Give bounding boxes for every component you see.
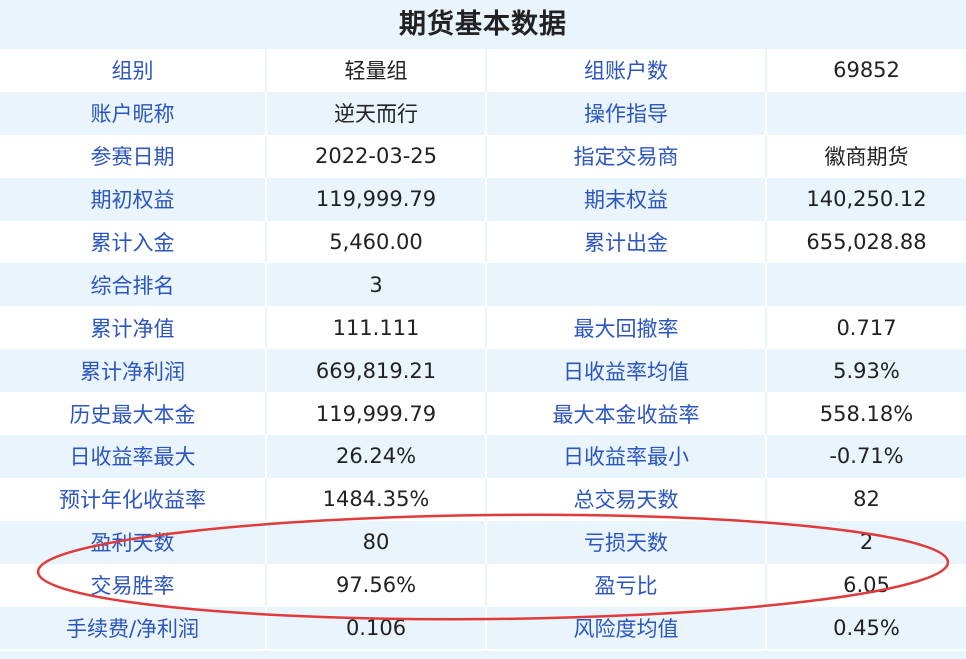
table-row: 交易胜率 97.56% 盈亏比 6.05 (0, 563, 966, 607)
row-value: 69852 (767, 49, 966, 92)
row-value: 140,250.12 (767, 177, 966, 221)
row-value: 2 (767, 520, 966, 564)
row-value: 6.05 (767, 563, 966, 607)
bottom-strip (0, 651, 966, 659)
row-value: 80 (267, 520, 487, 564)
row-value: 2022-03-25 (267, 134, 487, 178)
row-label: 操作指导 (487, 91, 767, 135)
row-value: 0.106 (267, 606, 487, 650)
row-value: 111.111 (267, 306, 487, 350)
row-label: 综合排名 (0, 263, 267, 307)
table-row: 日收益率最大 26.24% 日收益率最小 -0.71% (0, 435, 966, 478)
row-label: 累计出金 (487, 220, 767, 264)
row-value: 119,999.79 (267, 177, 487, 221)
row-value: 0.717 (767, 306, 966, 350)
row-label: 组账户数 (487, 49, 767, 92)
row-label: 指定交易商 (487, 134, 767, 178)
row-label: 累计净值 (0, 306, 267, 350)
row-label: 交易胜率 (0, 563, 267, 607)
row-label: 参赛日期 (0, 134, 267, 178)
row-label: 最大本金收益率 (487, 392, 767, 436)
row-value: 97.56% (267, 563, 487, 607)
table-row: 盈利天数 80 亏损天数 2 (0, 520, 966, 564)
row-value: 119,999.79 (267, 392, 487, 436)
data-table-body: 组别 轻量组 组账户数 69852 账户昵称 逆天而行 操作指导 参赛日期 2022-03-25… (0, 49, 966, 650)
table-row: 综合排名 3 (0, 263, 966, 307)
row-value: 3 (267, 263, 487, 307)
row-label: 历史最大本金 (0, 392, 267, 436)
row-label (487, 263, 767, 307)
futures-data-panel: 期货基本数据 组别 轻量组 组账户数 69852 账户昵称 逆天而行 操作指导 参赛日期 202… (0, 0, 966, 659)
row-label: 预计年化收益率 (0, 477, 267, 521)
table-row: 累计入金 5,460.00 累计出金 655,028.88 (0, 220, 966, 264)
table-row: 账户昵称 逆天而行 操作指导 (0, 91, 966, 135)
row-label: 总交易天数 (487, 477, 767, 521)
table-row: 参赛日期 2022-03-25 指定交易商 徽商期货 (0, 134, 966, 178)
row-label: 最大回撤率 (487, 306, 767, 350)
row-label: 期初权益 (0, 177, 267, 221)
row-label: 累计净利润 (0, 349, 267, 393)
row-label: 亏损天数 (487, 520, 767, 564)
table-row: 预计年化收益率 1484.35% 总交易天数 82 (0, 477, 966, 521)
page-title: 期货基本数据 (0, 0, 966, 49)
table-row: 期初权益 119,999.79 期末权益 140,250.12 (0, 177, 966, 221)
table-row: 累计净利润 669,819.21 日收益率均值 5.93% (0, 349, 966, 393)
row-value: 5,460.00 (267, 220, 487, 264)
row-value: 1484.35% (267, 477, 487, 521)
row-value (767, 263, 966, 307)
row-label: 日收益率均值 (487, 349, 767, 393)
row-label: 日收益率最大 (0, 435, 267, 478)
table-row: 历史最大本金 119,999.79 最大本金收益率 558.18% (0, 392, 966, 436)
table-row: 累计净值 111.111 最大回撤率 0.717 (0, 306, 966, 350)
row-label: 风险度均值 (487, 606, 767, 650)
row-label: 日收益率最小 (487, 435, 767, 478)
row-label: 手续费/净利润 (0, 606, 267, 650)
row-label: 累计入金 (0, 220, 267, 264)
row-value: 558.18% (767, 392, 966, 436)
row-value: 逆天而行 (267, 91, 487, 135)
row-label: 账户昵称 (0, 91, 267, 135)
row-value: 徽商期货 (767, 134, 966, 178)
row-label: 盈亏比 (487, 563, 767, 607)
row-value: 0.45% (767, 606, 966, 650)
row-label: 期末权益 (487, 177, 767, 221)
row-value: 82 (767, 477, 966, 521)
row-value: -0.71% (767, 435, 966, 478)
row-value: 轻量组 (267, 49, 487, 92)
table-row: 手续费/净利润 0.106 风险度均值 0.45% (0, 606, 966, 650)
row-label: 组别 (0, 49, 267, 92)
row-value: 655,028.88 (767, 220, 966, 264)
row-value: 26.24% (267, 435, 487, 478)
table-row: 组别 轻量组 组账户数 69852 (0, 49, 966, 92)
row-label: 盈利天数 (0, 520, 267, 564)
row-value: 5.93% (767, 349, 966, 393)
row-value (767, 91, 966, 135)
row-value: 669,819.21 (267, 349, 487, 393)
data-table: 组别 轻量组 组账户数 69852 账户昵称 逆天而行 操作指导 参赛日期 2022-03-25… (0, 49, 966, 650)
